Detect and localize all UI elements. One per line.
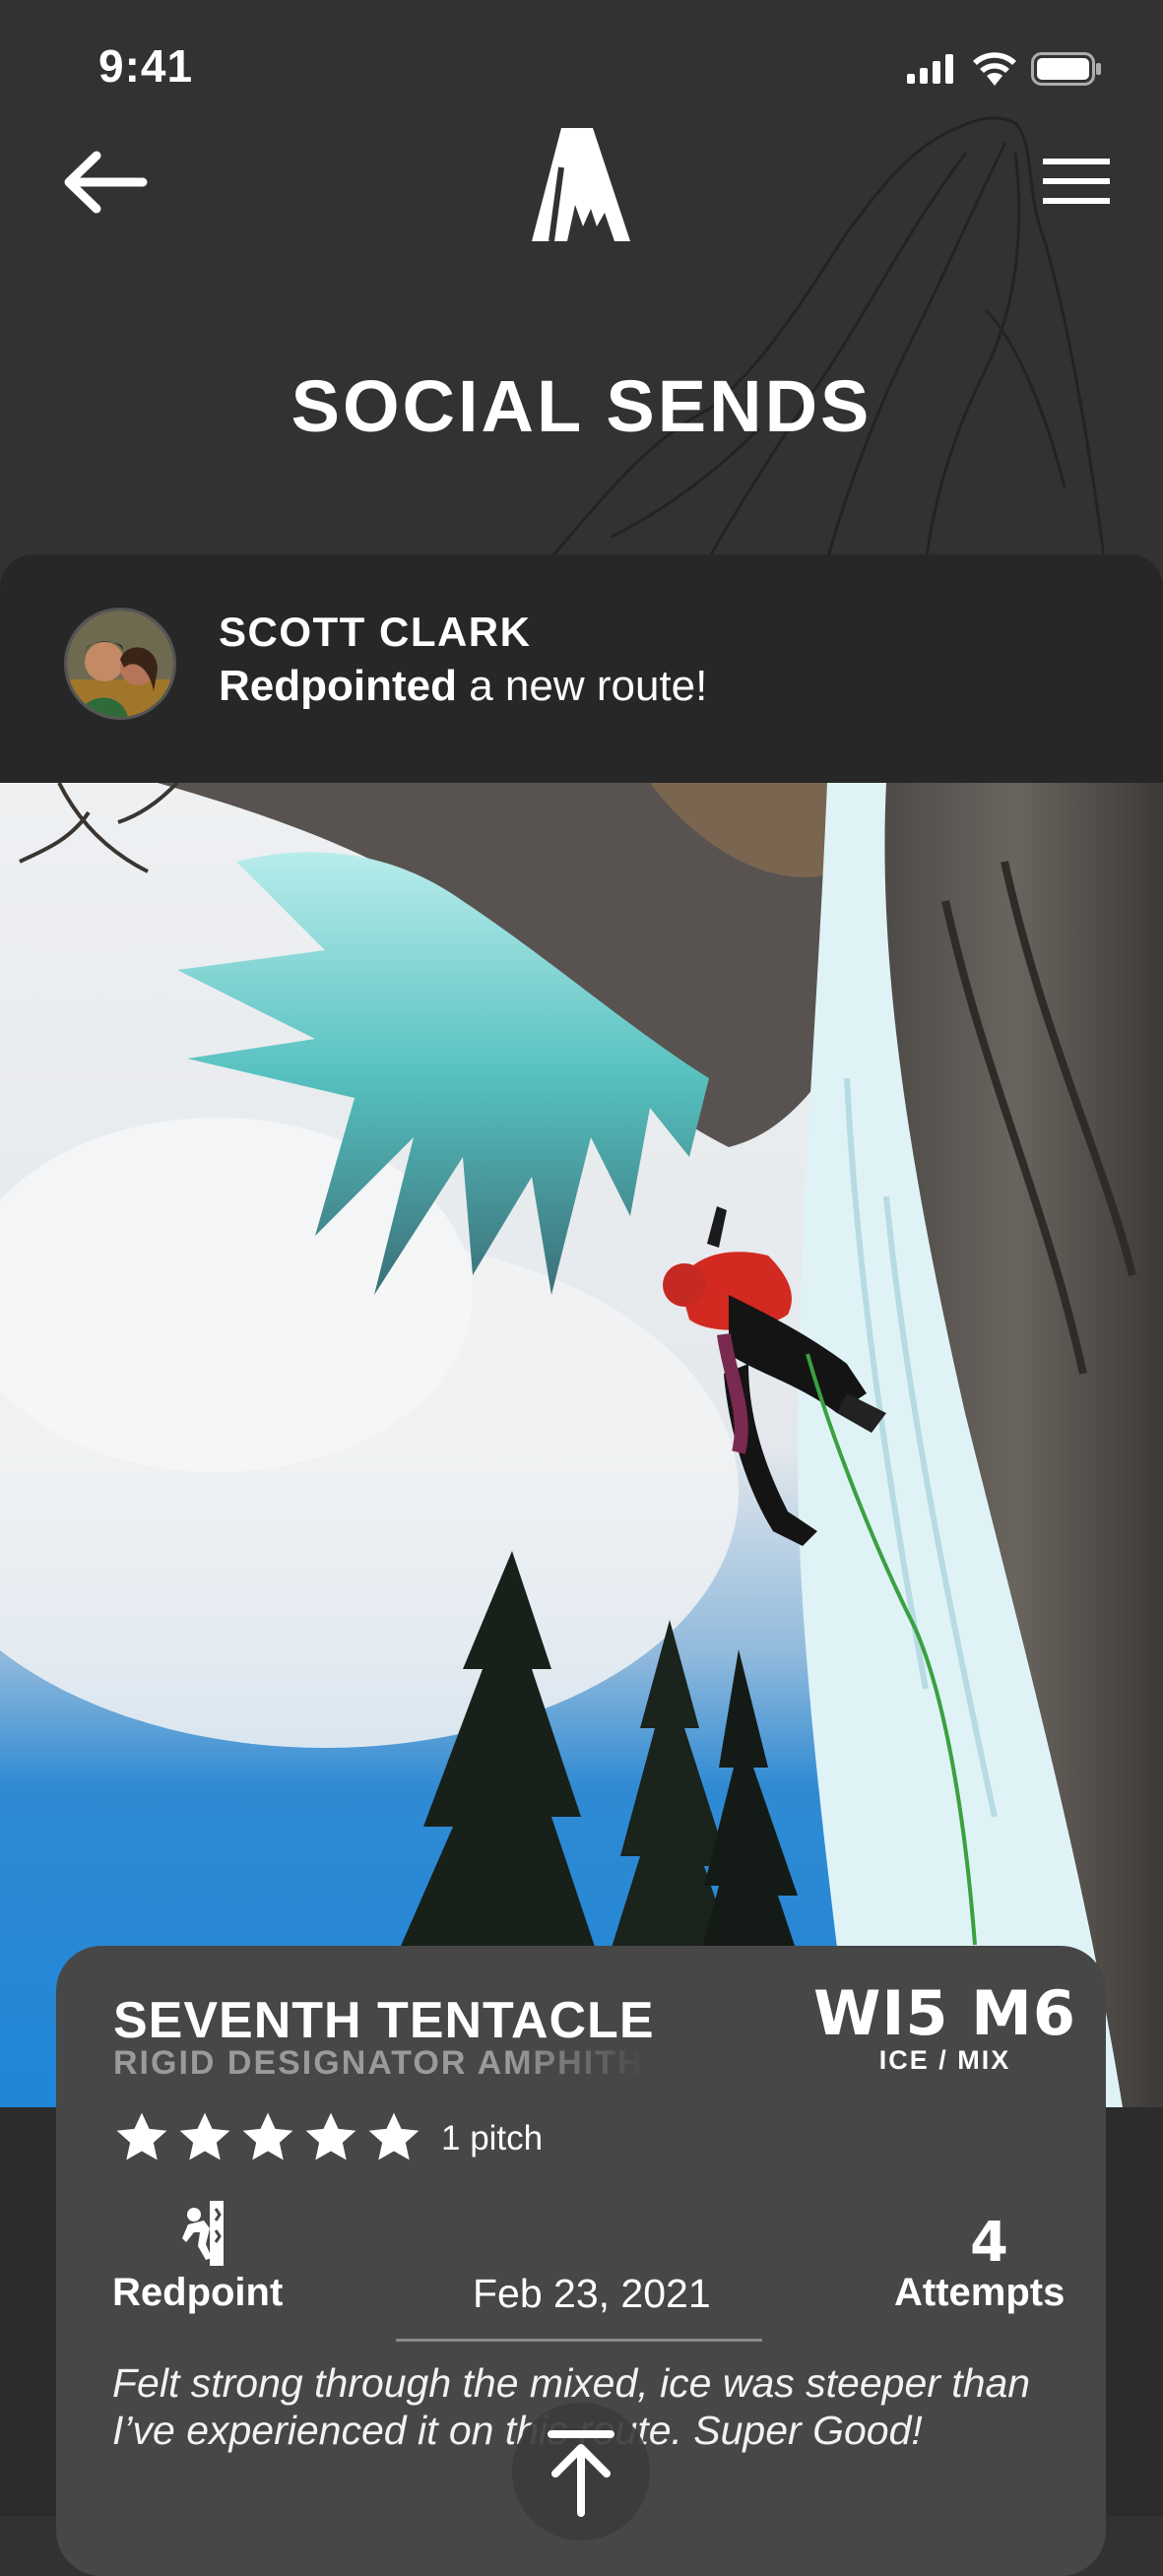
post-photo xyxy=(0,783,1163,2107)
status-time: 9:41 xyxy=(98,40,194,92)
hamburger-menu-icon xyxy=(1043,159,1110,204)
send-date: Feb 23, 2021 xyxy=(473,2271,711,2316)
battery-icon xyxy=(1031,52,1101,86)
star-icon xyxy=(179,2112,230,2160)
wifi-icon xyxy=(973,52,1016,86)
star-icon xyxy=(116,2112,167,2160)
user-name[interactable]: SCOTT CLARK xyxy=(219,609,531,656)
route-name[interactable]: SEVENTH TENTACLE xyxy=(113,1991,655,2050)
page-title: SOCIAL SENDS xyxy=(291,365,872,447)
avatar[interactable] xyxy=(64,608,176,720)
activity-rest: a new route! xyxy=(456,662,708,710)
star-rating xyxy=(113,2109,422,2166)
route-area[interactable]: RIGID DESIGNATOR AMPHITHEATER xyxy=(113,2044,645,2083)
grade-value: WI5 M6 xyxy=(812,1977,1076,2049)
signal-icon xyxy=(907,54,953,84)
arrow-left-icon xyxy=(64,151,148,214)
status-icons xyxy=(907,51,1102,87)
activity-verb: Redpointed xyxy=(219,662,457,710)
pitch-count: 1 pitch xyxy=(441,2119,544,2157)
route-grade: WI5 M6 ICE / MIX xyxy=(813,1977,1076,2076)
star-icon xyxy=(305,2112,356,2160)
avatar-photo xyxy=(67,611,173,717)
grade-type: ICE / MIX xyxy=(878,2045,1011,2075)
star-icon xyxy=(242,2112,293,2160)
date-divider xyxy=(396,2339,762,2342)
scroll-to-top-button[interactable] xyxy=(512,2403,650,2541)
attempts-label: Attempts xyxy=(894,2271,1066,2314)
activity-text: Redpointed a new route! xyxy=(219,662,707,711)
menu-button[interactable] xyxy=(1035,153,1114,212)
climber-icon xyxy=(182,2201,224,2266)
arrow-up-icon xyxy=(548,2430,614,2517)
attempts-count: 4 xyxy=(970,2211,1008,2275)
back-button[interactable] xyxy=(59,148,158,217)
mountain-logo-icon xyxy=(532,128,630,241)
mountain-sketch-illustration xyxy=(552,116,1104,556)
star-icon xyxy=(368,2112,420,2160)
send-style: Redpoint xyxy=(112,2271,284,2314)
